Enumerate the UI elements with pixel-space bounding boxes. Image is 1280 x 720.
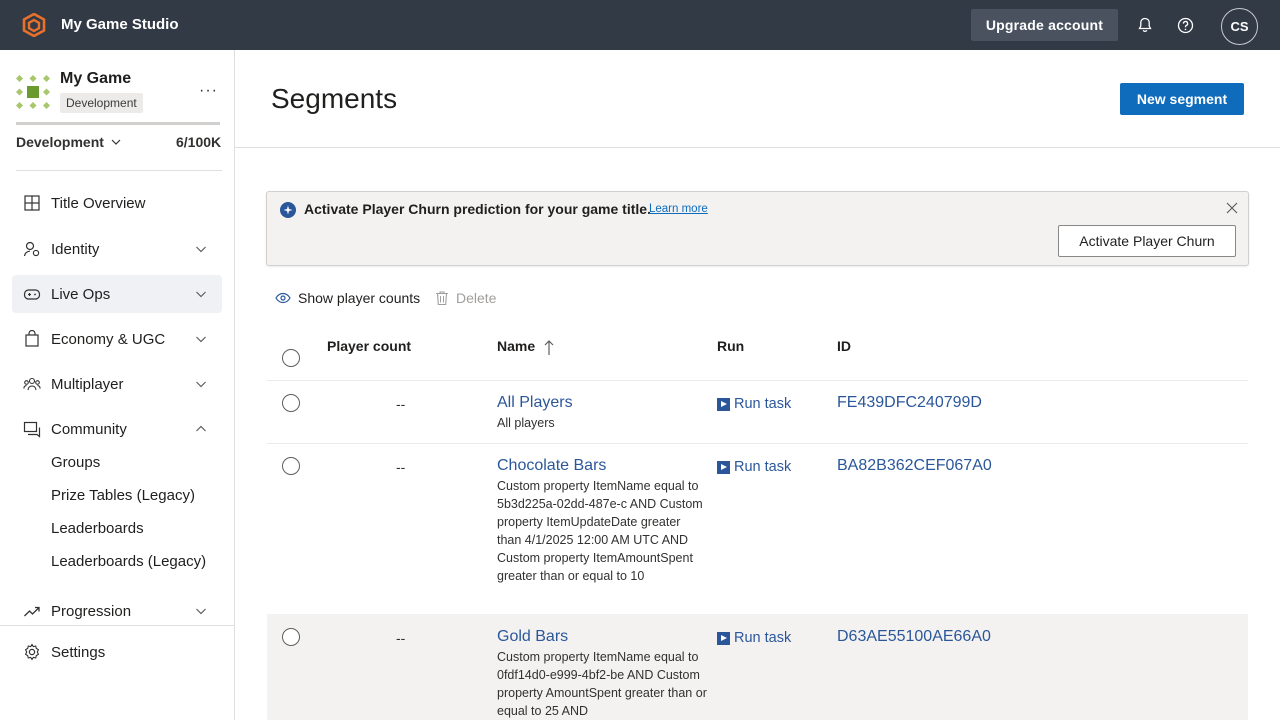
sort-ascending-icon[interactable] (543, 339, 555, 356)
segment-name-link[interactable]: Chocolate Bars (497, 457, 606, 475)
sidebar-item-economy[interactable]: Economy & UGC (12, 320, 222, 358)
play-icon (717, 397, 730, 411)
run-task-label: Run task (734, 630, 792, 646)
segment-name-link[interactable]: All Players (497, 394, 573, 412)
new-segment-button[interactable]: New segment (1120, 83, 1244, 115)
sidebar: My Game Development ··· Development 6/10… (0, 50, 235, 720)
segment-id-link[interactable]: FE439DFC240799D (837, 394, 982, 412)
sidebar-item-multiplayer[interactable]: Multiplayer (12, 365, 222, 403)
segment-description: Custom property ItemName equal to 0fdf14… (497, 650, 707, 718)
column-header-name[interactable]: Name (497, 338, 535, 354)
chevron-down-icon (111, 139, 121, 145)
segment-id-link[interactable]: BA82B362CEF067A0 (837, 457, 992, 475)
player-count-cell: -- (396, 459, 406, 475)
studio-name[interactable]: My Game Studio (61, 16, 179, 33)
people-icon (23, 377, 41, 391)
player-usage-count: 6/100K (176, 134, 222, 150)
row-select-radio[interactable] (282, 394, 300, 412)
chevron-down-icon (196, 381, 206, 388)
sidebar-subitem-groups[interactable]: Groups (51, 454, 100, 471)
chevron-down-icon (196, 608, 206, 615)
play-icon (717, 460, 730, 474)
sidebar-subitem-leaderboards[interactable]: Leaderboards (51, 520, 144, 537)
delete-label: Delete (456, 290, 497, 306)
chevron-up-icon (196, 425, 206, 432)
avatar[interactable]: CS (1221, 8, 1258, 45)
sidebar-subitem-prize-tables[interactable]: Prize Tables (Legacy) (51, 487, 195, 504)
sidebar-item-label: Community (51, 420, 127, 438)
sidebar-subitem-leaderboards-legacy[interactable]: Leaderboards (Legacy) (51, 553, 206, 570)
segment-id-link[interactable]: D63AE55100AE66A0 (837, 628, 991, 646)
run-task-button[interactable]: Run task (717, 630, 791, 646)
chevron-down-icon (196, 246, 206, 253)
column-header-id: ID (837, 338, 851, 354)
banner-message: Activate Player Churn prediction for you… (304, 201, 651, 217)
segment-description: All players (497, 416, 555, 430)
sidebar-item-live-ops[interactable]: Live Ops (12, 275, 222, 313)
sidebar-item-label: Settings (51, 643, 106, 661)
gear-icon (24, 643, 40, 661)
chevron-down-icon (196, 336, 206, 343)
sidebar-item-settings[interactable]: Settings (12, 633, 222, 671)
column-header-run: Run (717, 338, 745, 354)
run-task-label: Run task (734, 459, 792, 475)
delete-button[interactable]: Delete (435, 290, 496, 306)
bell-icon[interactable] (1135, 15, 1155, 35)
play-icon (717, 631, 730, 645)
row-divider (267, 443, 1248, 444)
help-icon[interactable] (1175, 15, 1195, 35)
churn-banner: Activate Player Churn prediction for you… (266, 191, 1249, 266)
run-task-button[interactable]: Run task (717, 459, 791, 475)
sidebar-item-community[interactable]: Community (12, 410, 222, 448)
row-select-radio[interactable] (282, 628, 300, 646)
activate-player-churn-button[interactable]: Activate Player Churn (1058, 225, 1236, 257)
sidebar-item-label: Identity (51, 240, 100, 258)
upgrade-account-button[interactable]: Upgrade account (971, 9, 1118, 41)
chat-icon (23, 421, 41, 438)
run-task-button[interactable]: Run task (717, 396, 791, 412)
learn-more-link[interactable]: Learn more (649, 203, 708, 215)
player-count-cell: -- (396, 630, 406, 646)
top-bar: My Game Studio Upgrade account CS (0, 0, 1280, 50)
trend-icon (24, 606, 40, 617)
sidebar-item-label: Progression (51, 602, 132, 620)
studio-logo-icon[interactable] (22, 13, 46, 37)
game-name[interactable]: My Game (60, 70, 131, 88)
game-logo-icon (16, 75, 50, 109)
header-divider (235, 147, 1280, 148)
trash-icon (436, 291, 448, 306)
segment-description: Custom property ItemName equal to 5b3d22… (497, 479, 703, 583)
sidebar-item-label: Title Overview (51, 194, 146, 212)
chevron-down-icon (196, 291, 206, 298)
usage-progress-bar (16, 122, 220, 125)
identity-icon (23, 241, 40, 257)
sidebar-divider (16, 170, 222, 171)
gamepad-icon (23, 289, 41, 300)
column-header-player-count[interactable]: Player count (327, 338, 411, 354)
page-title: Segments (271, 83, 398, 114)
eye-icon (275, 292, 291, 304)
segment-name-link[interactable]: Gold Bars (497, 628, 568, 646)
environment-selector-label: Development (16, 134, 104, 150)
grid-icon (24, 195, 40, 211)
environment-selector[interactable]: Development (16, 134, 122, 150)
run-task-label: Run task (734, 396, 792, 412)
sidebar-item-label: Economy & UGC (51, 330, 166, 348)
environment-badge: Development (60, 93, 143, 113)
store-icon (25, 330, 39, 347)
more-options-button[interactable]: ··· (199, 82, 218, 100)
show-player-counts-label: Show player counts (298, 290, 421, 306)
sidebar-item-label: Live Ops (51, 285, 111, 303)
sidebar-item-title-overview[interactable]: Title Overview (12, 184, 222, 222)
row-divider (267, 380, 1248, 381)
select-all-radio[interactable] (282, 349, 300, 367)
close-icon[interactable] (1225, 201, 1239, 215)
sidebar-divider (0, 625, 234, 626)
sparkle-icon (280, 202, 296, 218)
sidebar-item-label: Multiplayer (51, 375, 124, 393)
player-count-cell: -- (396, 396, 406, 412)
sidebar-item-identity[interactable]: Identity (12, 230, 222, 268)
show-player-counts-button[interactable]: Show player counts (275, 290, 420, 306)
row-select-radio[interactable] (282, 457, 300, 475)
